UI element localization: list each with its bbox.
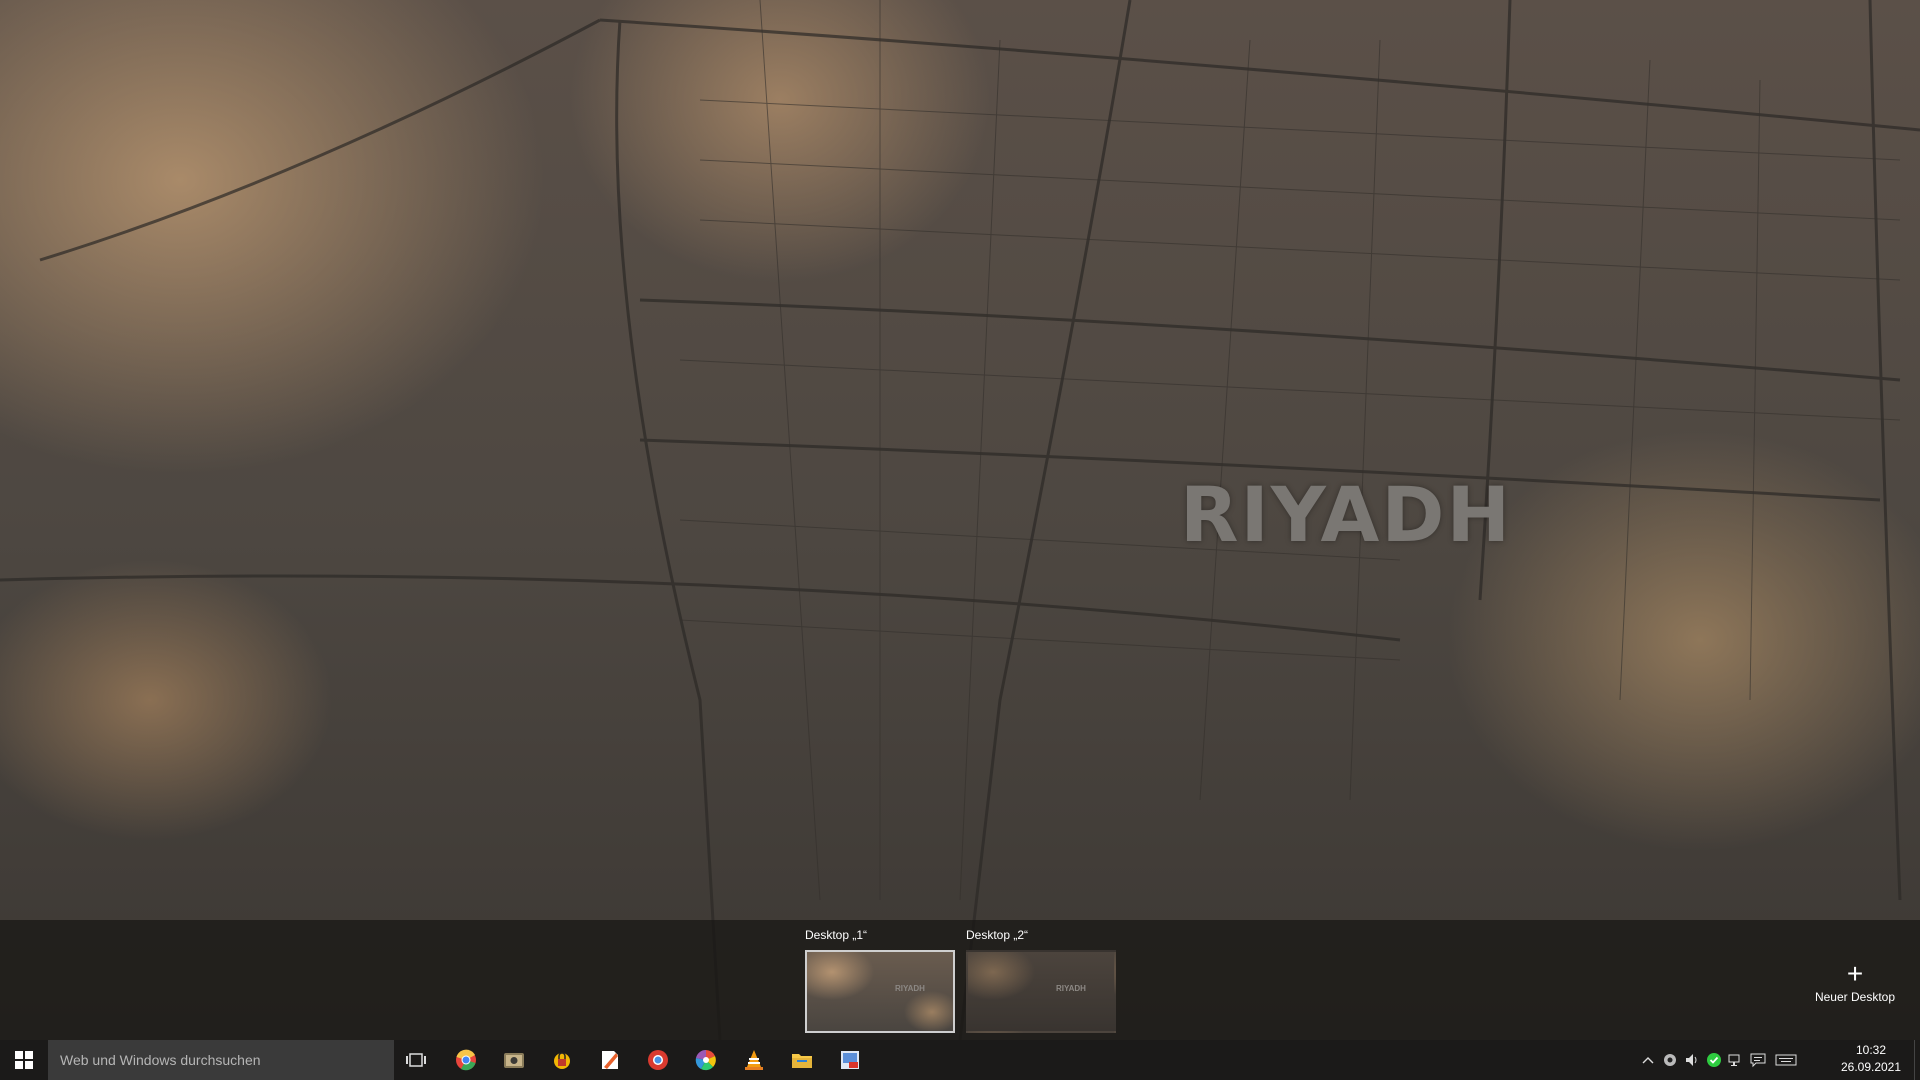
keyboard-icon[interactable] <box>1774 1052 1798 1068</box>
thumbnail-city-label: RIYADH <box>1056 984 1086 993</box>
task-view-button[interactable] <box>396 1040 436 1080</box>
task-view-icon <box>406 1053 426 1067</box>
desktop-1-thumbnail[interactable]: RIYADH <box>805 950 955 1033</box>
taskbar-app-chrome[interactable] <box>442 1040 490 1080</box>
search-input[interactable]: Web und Windows durchsuchen <box>48 1040 394 1080</box>
clock-time: 10:32 <box>1855 1043 1887 1057</box>
clock[interactable]: 10:32 26.09.2021 <box>1836 1042 1906 1076</box>
taskbar-app-vlc[interactable] <box>730 1040 778 1080</box>
photo-viewer-icon <box>504 1053 524 1068</box>
desktop-1[interactable]: Desktop „1“ RIYADH <box>805 926 955 1033</box>
desktop-wallpaper: RIYADH <box>0 0 1920 1080</box>
vpn-icon <box>554 1052 570 1069</box>
image-app-icon <box>841 1051 859 1069</box>
network-device-icon[interactable] <box>1662 1052 1678 1068</box>
taskbar-app-pdf-editor[interactable] <box>586 1040 634 1080</box>
thumbnail-city-label: RIYADH <box>895 984 925 993</box>
network-icon[interactable] <box>1728 1052 1744 1068</box>
plus-icon: + <box>1846 958 1864 989</box>
chrome-icon <box>456 1049 476 1071</box>
pdf-editor-icon <box>602 1051 618 1069</box>
taskbar-app-file-explorer[interactable] <box>778 1040 826 1080</box>
chrome-alt-icon <box>648 1050 668 1070</box>
folder-icon <box>792 1054 812 1068</box>
wallpaper-city-label: RIYADH <box>1180 470 1513 559</box>
new-desktop-button[interactable]: + Neuer Desktop <box>1810 958 1900 1005</box>
taskbar-app-image-app[interactable] <box>826 1040 874 1080</box>
taskbar-app-picasa[interactable] <box>682 1040 730 1080</box>
desktop-2-label: Desktop „2“ <box>966 928 1029 942</box>
wallpaper-map-graphic <box>0 0 1920 1041</box>
taskbar-app-vpn[interactable] <box>538 1040 586 1080</box>
vlc-icon <box>745 1050 763 1070</box>
clock-date: 26.09.2021 <box>1840 1060 1902 1074</box>
taskbar: Web und Windows durchsuchen 10:32 26.09.… <box>0 1040 1920 1080</box>
chevron-up-icon[interactable] <box>1640 1052 1656 1068</box>
start-button[interactable] <box>0 1040 48 1080</box>
notifications-icon[interactable] <box>1750 1052 1766 1068</box>
security-check-icon[interactable] <box>1706 1052 1722 1068</box>
picasa-icon <box>695 1049 716 1071</box>
desktop-2-thumbnail[interactable]: RIYADH <box>966 950 1116 1033</box>
new-desktop-label: Neuer Desktop <box>1814 990 1896 1004</box>
taskbar-app-photo-viewer[interactable] <box>490 1040 538 1080</box>
show-desktop-button[interactable] <box>1914 1040 1920 1080</box>
volume-icon[interactable] <box>1684 1052 1700 1068</box>
task-view-panel: Desktop „1“ RIYADH Desktop „2“ RIYADH + … <box>0 920 1920 1040</box>
windows-logo-icon <box>15 1051 33 1069</box>
taskbar-app-chrome-alt[interactable] <box>634 1040 682 1080</box>
desktop-2[interactable]: Desktop „2“ RIYADH <box>966 926 1116 1033</box>
system-tray: 10:32 26.09.2021 <box>1620 1040 1920 1080</box>
desktop-1-label: Desktop „1“ <box>805 928 868 942</box>
